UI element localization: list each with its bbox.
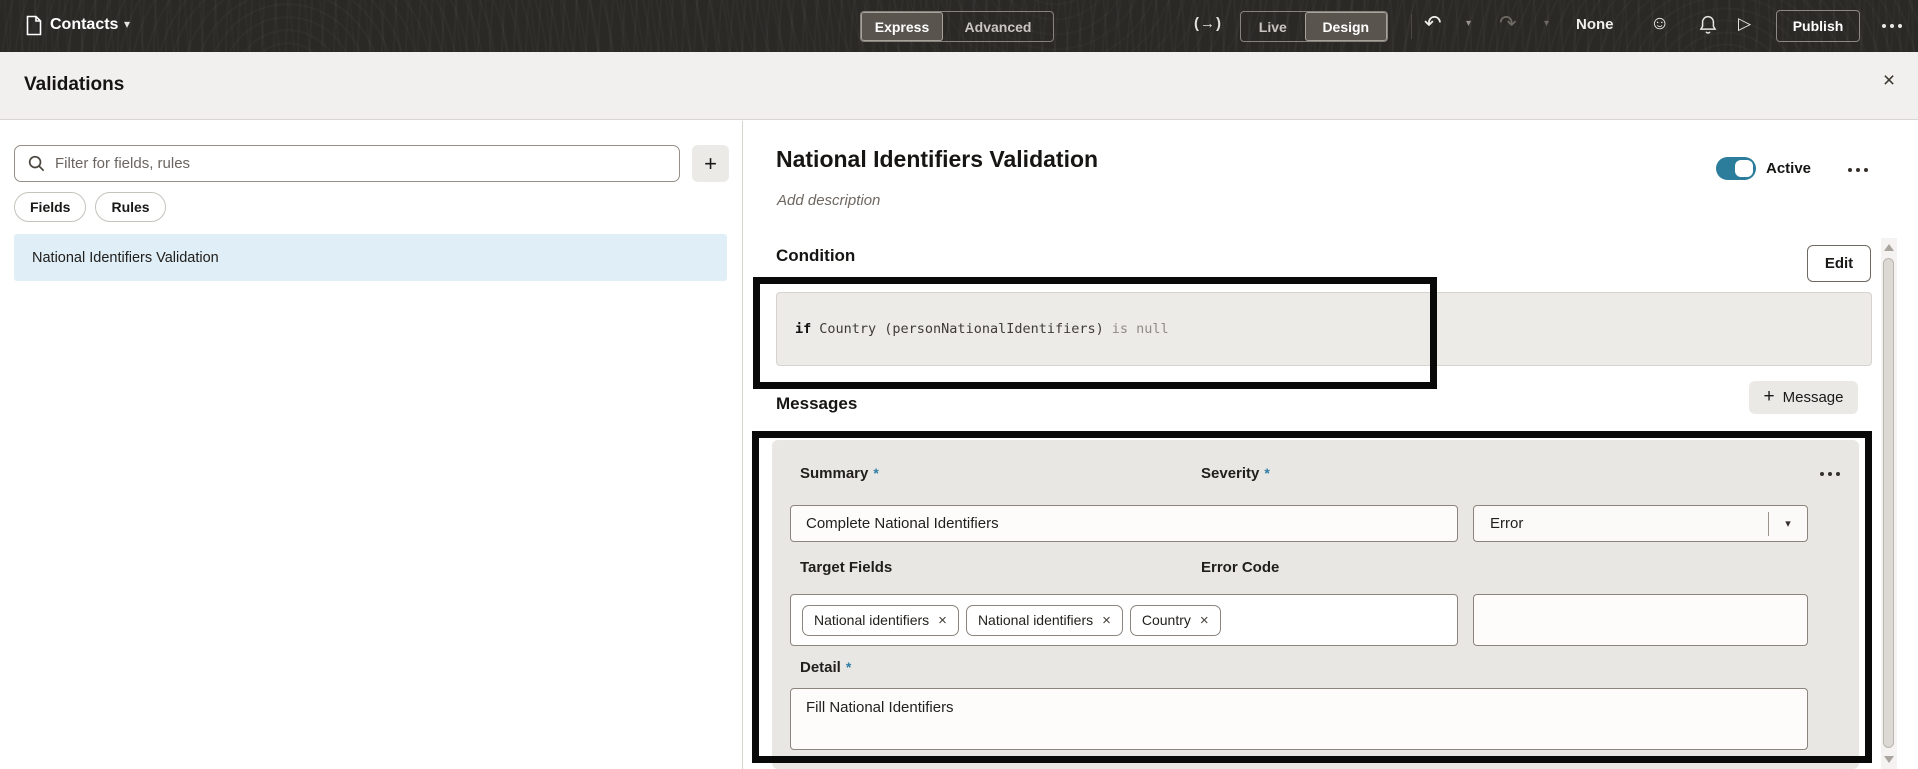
filter-fields-pill[interactable]: Fields	[14, 192, 87, 222]
app-title[interactable]: Contacts	[50, 16, 118, 34]
scrollbar-thumb[interactable]	[1883, 258, 1894, 748]
filter-pills: Fields Rules	[14, 192, 166, 222]
vertical-scrollbar[interactable]	[1881, 238, 1897, 769]
messages-heading: Messages	[776, 394, 858, 413]
required-asterisk: *	[873, 465, 879, 481]
topbar-overflow-icon[interactable]	[1882, 24, 1902, 28]
error-code-input[interactable]	[1473, 594, 1808, 646]
redo-icon: ↷	[1499, 12, 1517, 35]
scroll-down-icon[interactable]	[1884, 756, 1894, 763]
severity-select[interactable]: Error ▾	[1473, 505, 1808, 542]
severity-value: Error	[1490, 515, 1524, 532]
mode-advanced-button[interactable]: Advanced	[943, 12, 1053, 41]
validations-header: Validations ×	[0, 52, 1918, 120]
redo-menu-caret-icon: ▾	[1544, 18, 1550, 29]
detail-textarea[interactable]	[790, 688, 1808, 750]
chip-remove-icon[interactable]: ×	[1200, 612, 1209, 629]
close-icon[interactable]: ×	[1872, 64, 1906, 98]
chip-label: National identifiers	[814, 612, 930, 628]
scroll-up-icon[interactable]	[1884, 244, 1894, 251]
search-icon	[28, 155, 45, 172]
active-toggle-label: Active	[1766, 160, 1812, 177]
view-design-button[interactable]: Design	[1304, 12, 1387, 41]
message-overflow-icon[interactable]	[1820, 472, 1840, 476]
summary-label: Summary *	[800, 465, 879, 482]
search-input[interactable]	[55, 155, 679, 172]
required-asterisk: *	[1264, 465, 1270, 481]
app-window: Contacts ▾ Express Advanced (→) Live Des…	[0, 0, 1918, 769]
condition-keyword: if	[795, 321, 812, 337]
rule-list-item[interactable]: National Identifiers Validation	[14, 234, 727, 281]
preview-icon[interactable]: (→)	[1194, 15, 1222, 32]
run-play-icon[interactable]: ▷	[1738, 14, 1751, 34]
detail-label: Detail *	[800, 659, 852, 676]
rule-overflow-icon[interactable]	[1848, 168, 1868, 172]
target-fields-label: Target Fields	[800, 559, 893, 576]
target-field-chip: National identifiers ×	[965, 604, 1123, 636]
severity-label: Severity *	[1201, 465, 1270, 482]
document-icon	[26, 15, 42, 41]
view-live-button[interactable]: Live	[1241, 12, 1305, 41]
rule-title: National Identifiers Validation	[776, 146, 1099, 172]
add-message-label: Message	[1782, 389, 1844, 406]
plus-icon: +	[1763, 385, 1775, 407]
chip-remove-icon[interactable]: ×	[1102, 612, 1111, 629]
summary-input[interactable]	[790, 505, 1458, 542]
version-label[interactable]: None	[1576, 16, 1614, 33]
add-rule-button[interactable]: +	[692, 145, 729, 182]
rule-description-placeholder[interactable]: Add description	[777, 192, 880, 209]
chip-label: Country	[1141, 612, 1191, 628]
feedback-smiley-icon[interactable]: ☺	[1650, 13, 1669, 35]
undo-icon[interactable]: ↶	[1424, 11, 1442, 36]
topbar: Contacts ▾ Express Advanced (→) Live Des…	[0, 0, 1918, 52]
add-message-button[interactable]: + Message	[1749, 381, 1858, 414]
page-title: Validations	[24, 74, 125, 95]
condition-operator: is null	[1111, 321, 1169, 337]
condition-expression[interactable]: if Country (personNationalIdentifiers) i…	[776, 292, 1872, 366]
chevron-down-icon[interactable]: ▾	[1769, 517, 1807, 530]
chip-label: National identifiers	[977, 612, 1094, 628]
mode-express-button[interactable]: Express	[861, 12, 943, 41]
target-field-chip: National identifiers ×	[802, 604, 959, 636]
condition-heading: Condition	[776, 246, 856, 265]
search-box	[14, 145, 680, 182]
notifications-bell-icon[interactable]	[1698, 14, 1718, 41]
condition-clause: Country (personNationalIdentifiers)	[819, 321, 1104, 337]
undo-menu-caret-icon[interactable]: ▾	[1466, 18, 1471, 29]
rule-list-item-label: National Identifiers Validation	[32, 249, 219, 266]
required-asterisk: *	[845, 659, 852, 675]
topbar-divider	[1411, 14, 1412, 39]
chip-remove-icon[interactable]: ×	[938, 612, 947, 629]
toggle-knob	[1735, 160, 1753, 177]
filter-rules-pill[interactable]: Rules	[95, 192, 166, 222]
app-menu-caret-icon[interactable]: ▾	[124, 17, 130, 31]
target-fields-input[interactable]: National identifiers × National identifi…	[790, 594, 1458, 646]
message-card: Summary* Severity* Error ▾ Target Fields…	[772, 440, 1859, 769]
edit-condition-button[interactable]: Edit	[1807, 245, 1871, 282]
mode-toggle: Express Advanced	[860, 11, 1054, 42]
publish-button[interactable]: Publish	[1776, 10, 1860, 42]
active-toggle[interactable]	[1716, 157, 1756, 180]
sidebar: + Fields Rules National Identifiers Vali…	[0, 121, 743, 769]
error-code-label: Error Code	[1201, 559, 1280, 576]
target-field-chip: Country ×	[1129, 604, 1221, 636]
view-toggle: Live Design	[1240, 11, 1388, 42]
